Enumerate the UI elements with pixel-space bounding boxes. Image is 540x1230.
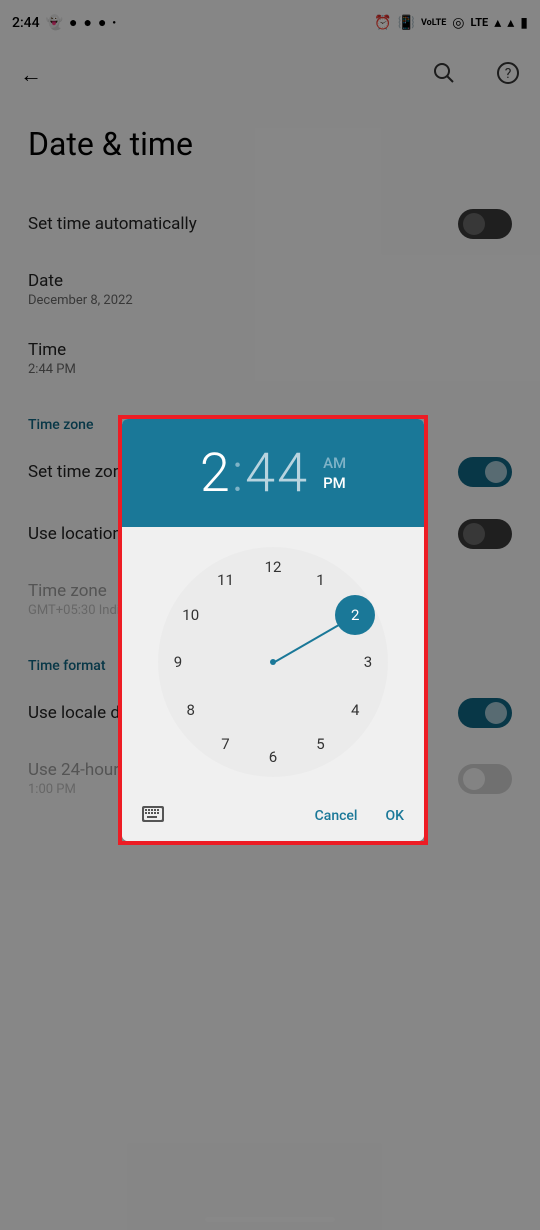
keyboard-icon[interactable] [142,806,164,826]
time-picker-dialog: 2:44 AM PM 121234567891011 Cancel OK [122,419,424,841]
clock-hour-2[interactable]: 2 [335,595,375,635]
ok-button[interactable]: OK [386,808,405,824]
clock-hour-10[interactable]: 10 [175,599,207,631]
clock-hour-8[interactable]: 8 [175,694,207,726]
clock-face[interactable]: 12 12 3 45678 9 1011 [122,527,424,791]
clock-hour-6[interactable]: 6 [257,741,289,773]
clock-hour-9[interactable]: 9 [162,646,194,678]
clock-hour-12[interactable]: 12 [257,551,289,583]
nav-bar[interactable] [205,1217,335,1222]
dialog-actions: Cancel OK [122,791,424,841]
minute-display[interactable]: 44 [245,442,309,505]
time-header: 2:44 AM PM [122,419,424,527]
am-button[interactable]: AM [323,454,346,472]
clock-hour-1[interactable]: 1 [305,564,337,596]
clock-center [270,659,276,665]
clock-hour-7[interactable]: 7 [210,728,242,760]
pm-button[interactable]: PM [323,474,346,492]
clock-hour-11[interactable]: 11 [210,564,242,596]
clock-hour-4[interactable]: 4 [339,694,371,726]
hour-display[interactable]: 2 [200,442,232,505]
clock-circle: 12 12 3 45678 9 1011 [158,547,388,777]
highlight-frame: 2:44 AM PM 121234567891011 Cancel OK [118,415,428,845]
time-colon: : [232,442,245,505]
clock-hour-5[interactable]: 5 [305,728,337,760]
cancel-button[interactable]: Cancel [315,808,358,824]
clock-hour-3[interactable]: 3 [352,646,384,678]
